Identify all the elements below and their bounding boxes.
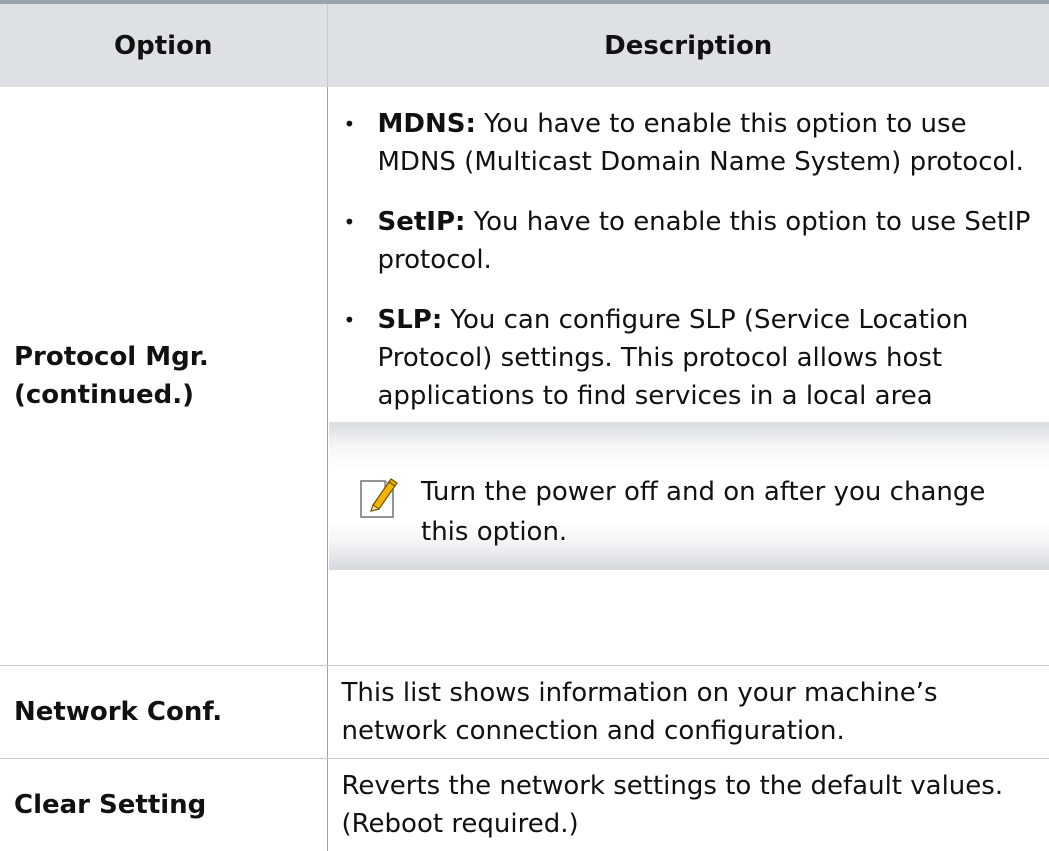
description-column-header: Description	[327, 2, 1049, 87]
note-box: Turn the power off and on after you chan…	[329, 422, 1049, 570]
note-pencil-icon	[359, 475, 399, 519]
option-cell: Protocol Mgr. (continued.)	[0, 87, 328, 666]
bullet-dot: •	[343, 210, 356, 234]
bullet-term: SLP:	[377, 305, 443, 335]
note-text: Turn the power off and on after you chan…	[421, 477, 986, 547]
description-cell: This list shows information on your mach…	[327, 665, 1049, 759]
list-item: • SetIP: You have to enable this option …	[328, 203, 1036, 279]
description-text: This list shows information on your mach…	[341, 677, 938, 746]
table-row: Protocol Mgr. (continued.) • MDNS: You h…	[0, 87, 1049, 666]
option-name: Network Conf.	[14, 696, 223, 727]
bullet-dot: •	[343, 308, 356, 332]
table-row: Network Conf. This list shows informatio…	[0, 665, 1049, 759]
bullet-term: SetIP:	[377, 207, 466, 237]
option-name: Protocol Mgr. (continued.)	[14, 341, 209, 410]
page: Option Description Protocol Mgr. (contin…	[0, 0, 1049, 851]
description-cell: Reverts the network settings to the defa…	[327, 758, 1049, 851]
option-column-header: Option	[0, 2, 328, 87]
option-cell: Clear Setting	[0, 758, 328, 851]
option-cell: Network Conf.	[0, 665, 328, 759]
option-name: Clear Setting	[14, 789, 207, 820]
list-item: • MDNS: You have to enable this option t…	[328, 105, 1036, 181]
table-row: Clear Setting Reverts the network settin…	[0, 758, 1049, 851]
description-text: Reverts the network settings to the defa…	[341, 770, 1004, 839]
bullet-text: You have to enable this option to use Se…	[377, 207, 1031, 275]
description-cell: • MDNS: You have to enable this option t…	[327, 87, 1049, 666]
table-header-row: Option Description	[0, 2, 1049, 87]
bullet-term: MDNS:	[377, 109, 476, 139]
bullet-dot: •	[343, 112, 356, 136]
bullet-list: • MDNS: You have to enable this option t…	[328, 105, 1049, 453]
